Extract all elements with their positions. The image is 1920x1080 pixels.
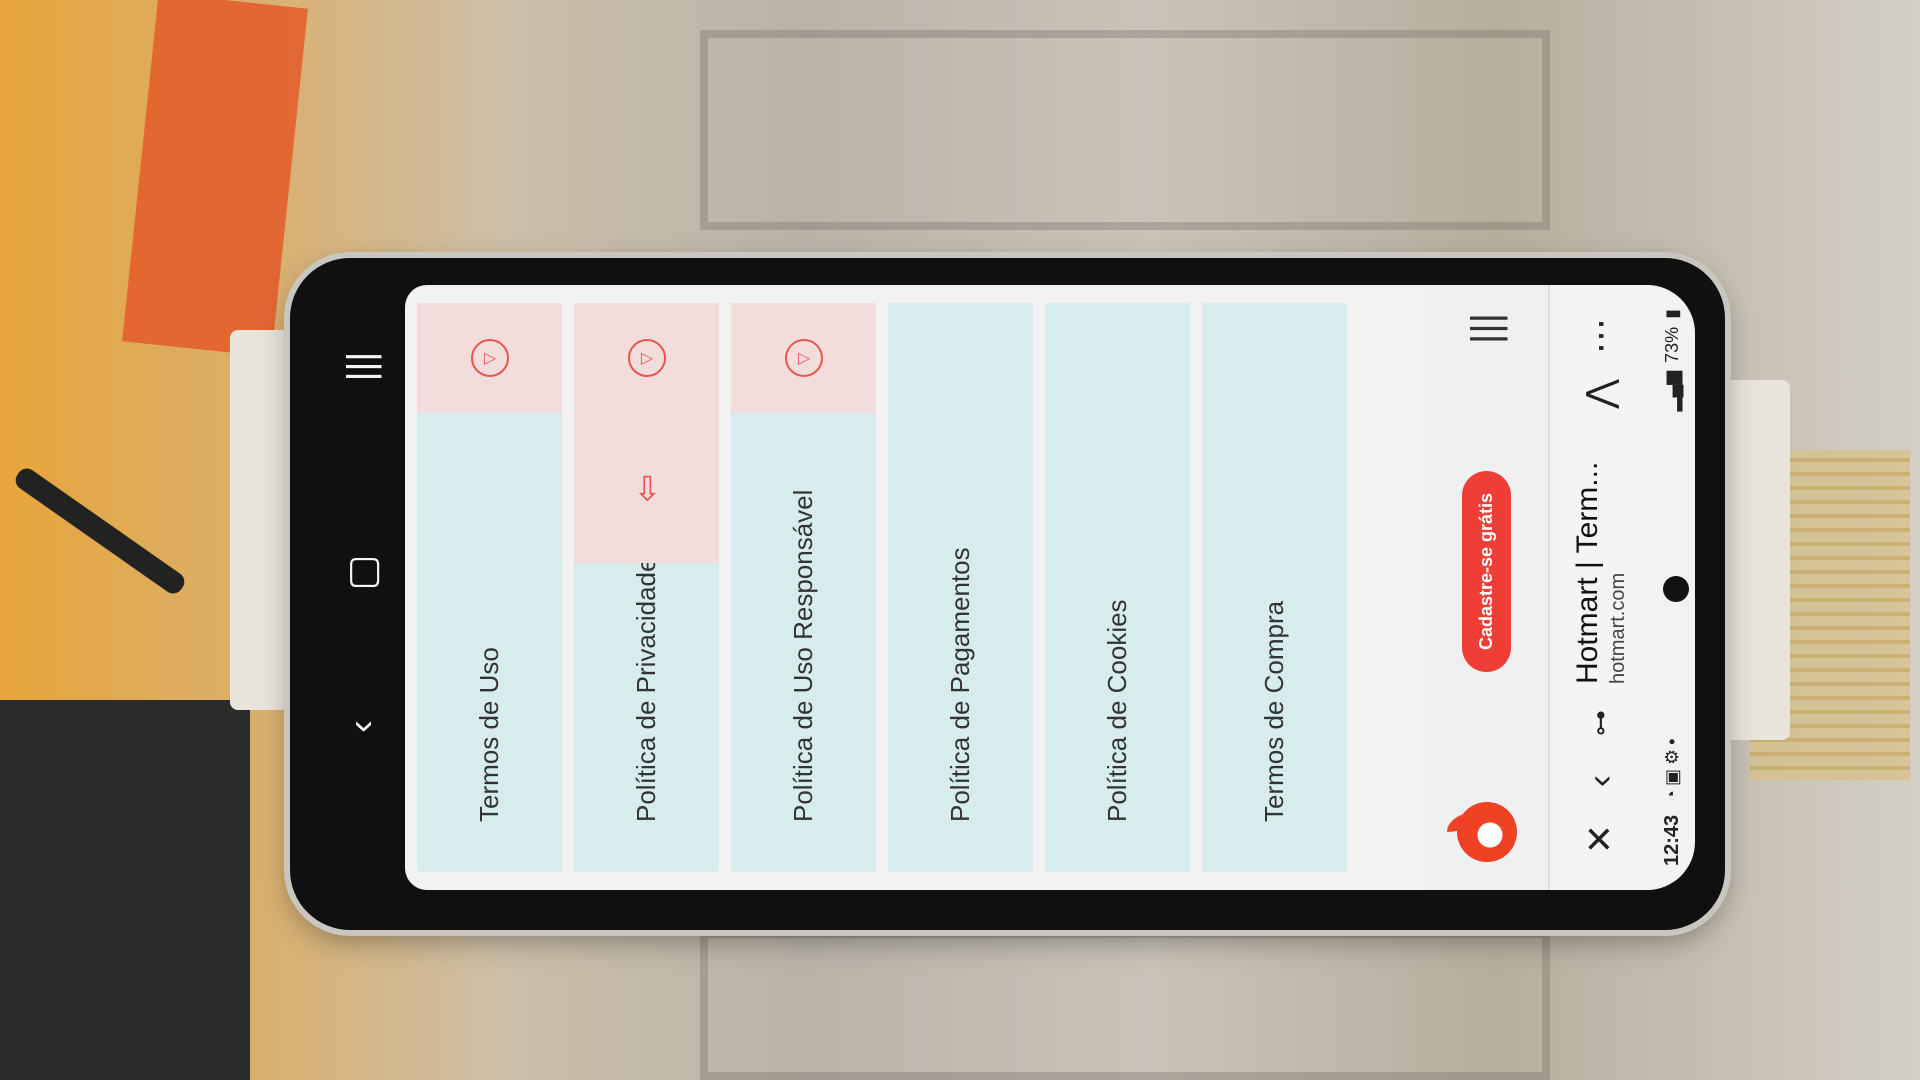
list-item[interactable]: Política de Cookies (1045, 303, 1190, 872)
status-bar: 12:43 ◔▣⚙• ▂▄▆ 73% ▮ (1650, 285, 1695, 890)
browser-content: 12:43 ◔▣⚙• ▂▄▆ 73% ▮ ✕ ‹ ⊶ Hotmart | Ter… (405, 285, 1695, 890)
list-item-label: Termos de Compra (1259, 600, 1289, 822)
page-title-area[interactable]: Hotmart | Term... hotmart.com (1571, 423, 1630, 694)
back-icon[interactable]: ‹ (341, 697, 384, 757)
front-camera (1663, 576, 1689, 602)
list-item-label: Política de Uso Responsável (788, 489, 818, 822)
login-icon[interactable]: ⇦ (574, 413, 719, 563)
list-item-label: Termos de Uso (474, 647, 504, 822)
more-options-icon[interactable]: ⋯ (1579, 307, 1621, 365)
background-card (122, 0, 308, 357)
close-icon[interactable]: ✕ (1579, 810, 1621, 868)
page-url: hotmart.com (1606, 572, 1629, 684)
chevron-down-icon: ▷ (784, 339, 823, 377)
menu-icon[interactable]: ||| (1464, 313, 1509, 344)
phone-holder-right (1720, 380, 1790, 740)
background-box (0, 700, 250, 1080)
android-nav-bar: ||| ▢ ‹ (320, 285, 405, 890)
signal-icon: ▂▄▆ (1662, 370, 1682, 412)
list-item-label: Política de Privacidade (631, 557, 661, 822)
home-icon[interactable]: ▢ (340, 543, 385, 603)
status-time: 12:43 (1661, 814, 1683, 866)
background-cable (11, 464, 189, 598)
list-item[interactable]: Política de Privacidade ⇦ ▷ (574, 303, 719, 872)
status-right: ▂▄▆ 73% ▮ (1662, 309, 1683, 411)
expand-button[interactable]: ▷ (574, 303, 719, 413)
site-header: Cadastre-se grátis ||| (1425, 285, 1550, 890)
phone-screen: 12:43 ◔▣⚙• ▂▄▆ 73% ▮ ✕ ‹ ⊶ Hotmart | Ter… (405, 285, 1695, 890)
battery-text: 73% (1662, 326, 1682, 363)
recent-apps-icon[interactable]: ||| (341, 337, 384, 397)
page-title: Hotmart | Term... (1570, 461, 1604, 684)
share-icon[interactable]: ⋀ (1579, 365, 1621, 423)
list-item[interactable]: Termos de Compra (1202, 303, 1347, 872)
site-settings-icon[interactable]: ⊶ (1585, 694, 1616, 752)
background-frame-top (700, 30, 1550, 230)
list-item[interactable]: Termos de Uso ▷ (417, 303, 562, 872)
list-item-label: Política de Cookies (1102, 599, 1132, 822)
battery-icon: ▮ (1662, 309, 1682, 319)
expand-button[interactable]: ▷ (731, 303, 876, 413)
signup-button[interactable]: Cadastre-se grátis (1462, 470, 1511, 672)
list-item[interactable]: Política de Pagamentos (888, 303, 1033, 872)
expand-button[interactable]: ▷ (417, 303, 562, 413)
browser-toolbar: ✕ ‹ ⊶ Hotmart | Term... hotmart.com ⋀ ⋯ (1550, 285, 1650, 890)
terms-list: Termos de Uso ▷ Política de Privacidade … (405, 285, 1425, 890)
back-arrow-icon[interactable]: ‹ (1579, 752, 1621, 810)
background-frame-bottom (700, 930, 1550, 1080)
list-item[interactable]: Política de Uso Responsável ▷ (731, 303, 876, 872)
hotmart-logo[interactable] (1456, 802, 1517, 862)
chevron-down-icon: ▷ (470, 339, 509, 377)
chevron-down-icon: ▷ (627, 339, 666, 377)
list-item-label: Política de Pagamentos (945, 547, 975, 822)
notification-icons: ◔▣⚙• (1662, 734, 1682, 801)
